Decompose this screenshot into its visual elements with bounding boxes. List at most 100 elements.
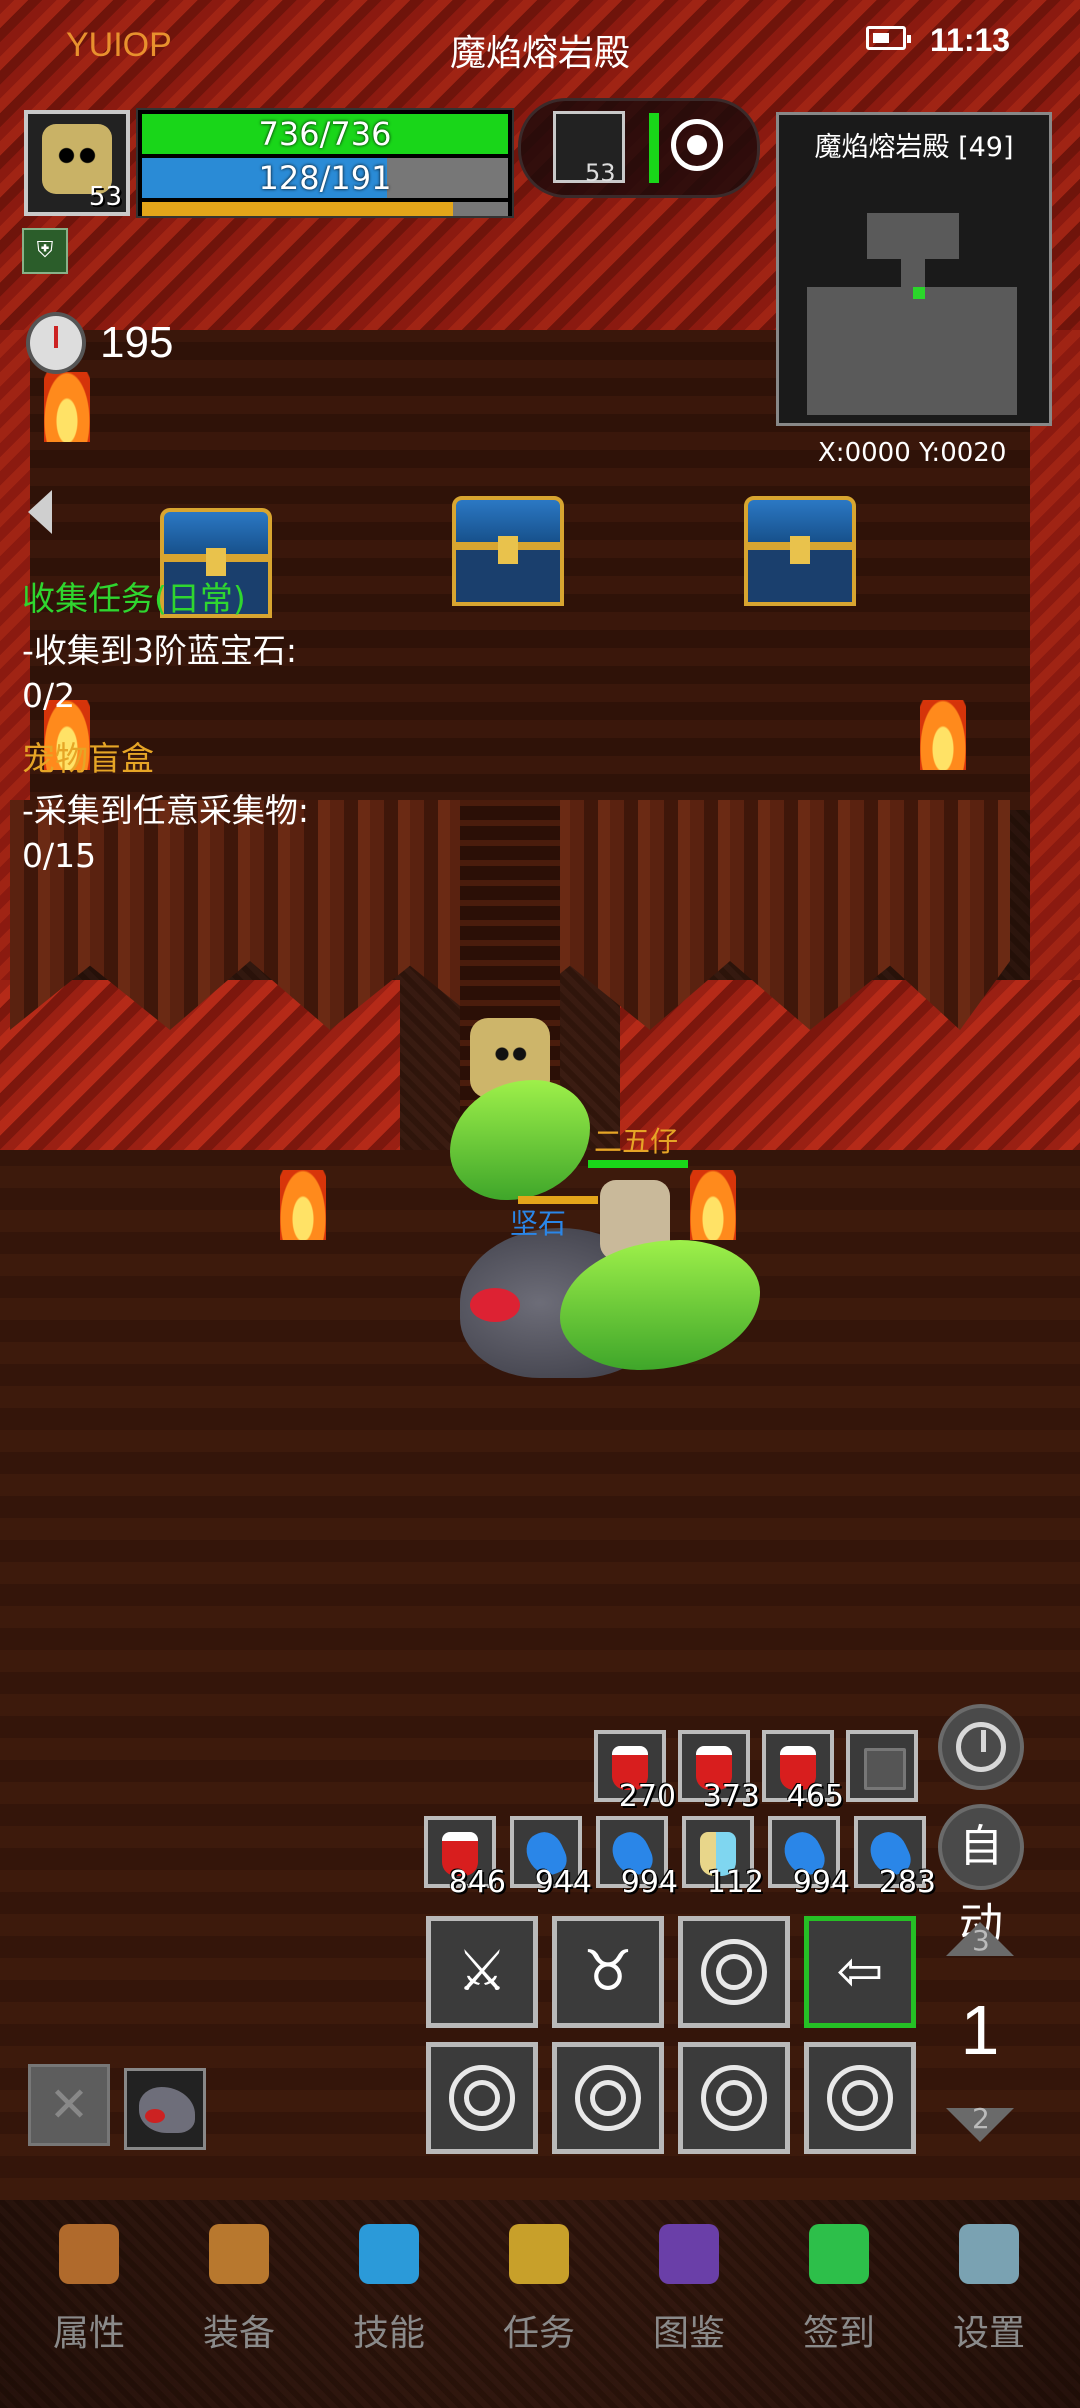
target-lock-icon[interactable] xyxy=(671,119,723,171)
lava-pool-right xyxy=(620,980,1080,1150)
gem-icon xyxy=(359,2224,419,2284)
torch-flame xyxy=(44,372,90,442)
bull-skull-icon: ♉ xyxy=(582,1939,634,2004)
player-level: 53 xyxy=(88,182,122,212)
ally-hp-bar xyxy=(588,1160,688,1168)
item-count: 373 xyxy=(702,1779,760,1814)
empty-skill-icon xyxy=(701,2065,767,2131)
auto-battle-button[interactable]: 自动 xyxy=(938,1804,1024,1950)
warrior-strike-icon: ⚔ xyxy=(456,1939,508,2004)
nav-skills[interactable]: 技能 xyxy=(314,2210,464,2360)
pet-skill-slot[interactable] xyxy=(124,2068,206,2150)
coordinates: X:0000 Y:0020 xyxy=(818,438,1007,468)
item-count: 944 xyxy=(534,1865,592,1900)
switch-target-button[interactable] xyxy=(938,1704,1024,1790)
pet-hp-bar xyxy=(518,1196,598,1204)
helmet-icon xyxy=(59,2224,119,2284)
item-slot[interactable]: 270 xyxy=(594,1730,676,1814)
player-avatar[interactable]: 53 xyxy=(24,110,130,216)
pet-level: 53 xyxy=(585,159,616,187)
item-slot[interactable]: 944 xyxy=(510,1816,592,1900)
item-count: 270 xyxy=(618,1779,676,1814)
quest-line: -收集到3阶蓝宝石: xyxy=(22,631,298,670)
nav-attributes[interactable]: 属性 xyxy=(14,2210,164,2360)
quest-title[interactable]: 宠物盲盒 xyxy=(22,732,154,780)
item-count: 846 xyxy=(448,1865,506,1900)
empty-skill-icon xyxy=(449,2065,515,2131)
alarm-clock-icon xyxy=(26,312,86,374)
skill-slot-rage[interactable]: ♉ xyxy=(552,1916,664,2028)
xp-bar xyxy=(142,202,508,216)
collapse-quests-icon[interactable] xyxy=(28,490,52,534)
item-slot[interactable]: 112 xyxy=(682,1816,764,1900)
timer-value: 195 xyxy=(100,318,174,367)
page-up-number: 3 xyxy=(972,1924,990,1957)
skill-slot-empty[interactable] xyxy=(426,2042,538,2154)
item-count: 994 xyxy=(620,1865,678,1900)
item-slot[interactable]: 846 xyxy=(424,1816,506,1900)
player-stats: 736/736 128/191 xyxy=(136,108,514,218)
skill-slot-dash[interactable]: ⇦ xyxy=(804,1916,916,2028)
item-count: 465 xyxy=(786,1779,844,1814)
nav-settings[interactable]: 设置 xyxy=(914,2210,1064,2360)
item-slot[interactable]: 994 xyxy=(768,1816,850,1900)
item-count: 994 xyxy=(792,1865,850,1900)
battery-icon xyxy=(866,26,911,50)
bag-icon xyxy=(209,2224,269,2284)
shield-buff-icon[interactable]: ⛨ xyxy=(22,228,68,274)
item-slot[interactable]: 465 xyxy=(762,1730,844,1814)
clock: 11:13 xyxy=(930,22,1011,58)
wolf-icon xyxy=(139,2087,195,2133)
skill-page-current: 1 xyxy=(960,1991,1000,2069)
minimap[interactable]: 魔焰熔岩殿 [49] xyxy=(776,112,1052,426)
quest-progress: 0/15 xyxy=(22,836,97,875)
skill-slot-empty[interactable] xyxy=(678,2042,790,2154)
empty-slot-icon xyxy=(864,1748,906,1790)
page-down-number: 2 xyxy=(972,2102,990,2135)
empty-skill-icon xyxy=(827,2065,893,2131)
emerald-icon xyxy=(809,2224,869,2284)
nav-quests[interactable]: 任务 xyxy=(464,2210,614,2360)
dash-arrow-icon: ⇦ xyxy=(836,1939,884,2004)
hp-text: 736/736 xyxy=(258,115,392,153)
bottom-nav: 属性 装备 技能 任务 图鉴 签到 设置 xyxy=(0,2210,1080,2408)
item-slot[interactable]: 994 xyxy=(596,1816,678,1900)
pet-panel[interactable]: 53 xyxy=(518,98,760,198)
gear-icon xyxy=(959,2224,1019,2284)
treasure-chest[interactable] xyxy=(744,496,856,616)
question-icon xyxy=(509,2224,569,2284)
status-bar: YUIOP 魔焰熔岩殿 11:13 xyxy=(0,0,1080,90)
empty-skill-icon xyxy=(701,1939,767,2005)
mp-text: 128/191 xyxy=(258,159,392,197)
nav-equipment[interactable]: 装备 xyxy=(164,2210,314,2360)
disabled-slot-icon: ✕ xyxy=(28,2064,110,2146)
skill-slot-empty[interactable] xyxy=(804,2042,916,2154)
torch-flame xyxy=(690,1170,736,1240)
book-icon xyxy=(659,2224,719,2284)
skill-slot-strike[interactable]: ⚔ xyxy=(426,1916,538,2028)
ally-name-label: 二五仔 xyxy=(594,1125,679,1158)
item-count: 283 xyxy=(878,1865,936,1900)
minimap-title: 魔焰熔岩殿 [49] xyxy=(814,132,1014,163)
item-slot[interactable] xyxy=(846,1730,918,1802)
quest-progress: 0/2 xyxy=(22,676,76,715)
player-marker-icon xyxy=(913,287,925,299)
nav-codex[interactable]: 图鉴 xyxy=(614,2210,764,2360)
item-slot[interactable]: 283 xyxy=(854,1816,936,1900)
empty-skill-icon xyxy=(575,2065,641,2131)
hp-bar: 736/736 xyxy=(142,114,508,154)
treasure-chest[interactable] xyxy=(452,496,564,616)
quest-title[interactable]: 收集任务(日常) xyxy=(22,572,246,620)
item-slot[interactable]: 373 xyxy=(678,1730,760,1814)
quest-line: -采集到任意采集物: xyxy=(22,791,310,830)
pet-name-label: 坚石 xyxy=(510,1207,567,1240)
pet-hp-vertical-bar xyxy=(649,113,659,183)
torch-flame xyxy=(920,700,966,770)
nav-checkin[interactable]: 签到 xyxy=(764,2210,914,2360)
mp-bar: 128/191 xyxy=(142,158,508,198)
skill-slot-empty[interactable] xyxy=(552,2042,664,2154)
skill-slot-empty[interactable] xyxy=(678,1916,790,2028)
map-title: 魔焰熔岩殿 xyxy=(449,33,630,74)
torch-flame xyxy=(280,1170,326,1240)
item-count: 112 xyxy=(706,1865,764,1900)
